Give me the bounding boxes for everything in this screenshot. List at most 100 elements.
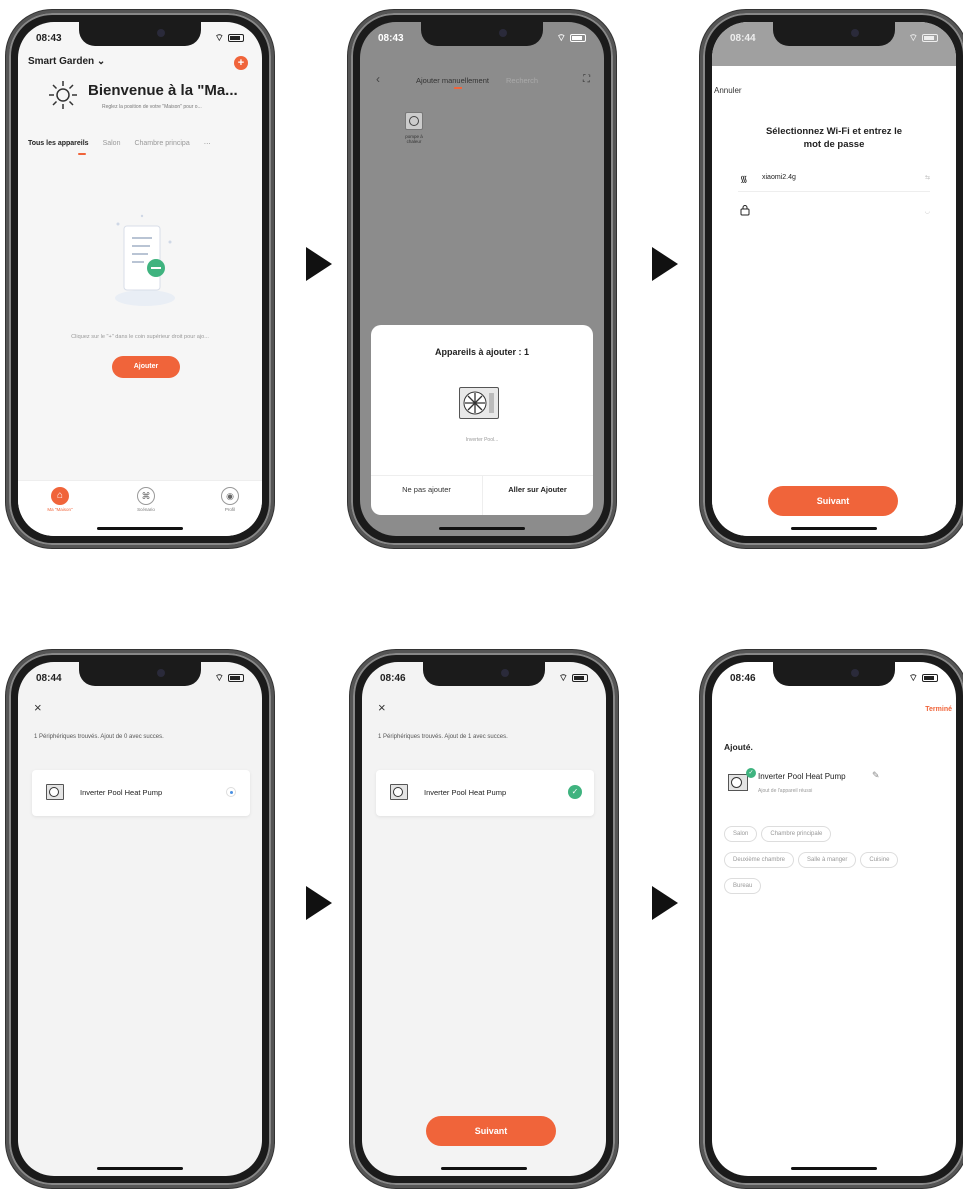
- wifi-ssid-value: xiaomi2.4g: [762, 174, 796, 181]
- screen-searching: 08:44 ⌔ × 1 Périphériques trouvés. Ajout…: [18, 662, 262, 1176]
- wifi-icon: ⌔: [908, 672, 918, 684]
- tab-add-manually[interactable]: Ajouter manuellement: [416, 76, 489, 85]
- add-button[interactable]: Ajouter: [112, 356, 180, 378]
- nav-scenario[interactable]: ⌘ Scénario: [124, 487, 168, 512]
- device-caption-2: chaleur: [406, 139, 422, 144]
- room-chip-salle-a-manger[interactable]: Salle à manger: [798, 852, 857, 868]
- wifi-icon: ⌔: [214, 672, 224, 684]
- nav-home[interactable]: ⌂ Ma "Maison": [38, 487, 82, 512]
- room-tabs: Tous les appareils Salon Chambre princip…: [28, 140, 252, 148]
- scan-icon[interactable]: ⛶: [583, 74, 590, 85]
- arrow-right-icon: [306, 247, 332, 281]
- wifi-icon: ᯾: [740, 174, 748, 184]
- battery-icon: [922, 34, 938, 42]
- close-icon[interactable]: ×: [34, 700, 42, 715]
- close-icon[interactable]: ×: [378, 700, 386, 715]
- status-bar: 08:43 ⌔: [378, 31, 586, 45]
- more-tabs-icon[interactable]: ⋯: [204, 140, 211, 148]
- phone-1: 08:43 ⌔ Smart Garden ⌄ + Bienvenue à la …: [6, 10, 274, 548]
- screen-add-manually: 08:43 ⌔ ‹ Ajouter manuellement Recherch …: [360, 22, 604, 536]
- battery-icon: [570, 34, 586, 42]
- device-category-item[interactable]: pompe à chaleur: [394, 112, 434, 144]
- battery-icon: [572, 674, 588, 682]
- edit-pencil-icon[interactable]: ✎: [872, 770, 880, 781]
- nav-profile-label: Profil: [224, 507, 236, 512]
- wifi-password-field[interactable]: ◡: [738, 204, 930, 226]
- next-button[interactable]: Suivant: [426, 1116, 556, 1146]
- wifi-panel: Annuler Sélectionnez Wi-Fi et entrez le …: [712, 66, 956, 536]
- go-add-button[interactable]: Aller sur Ajouter: [482, 485, 593, 494]
- success-check-icon: ✓: [746, 768, 756, 778]
- status-bar: 08:43 ⌔: [36, 31, 244, 45]
- success-check-icon: ✓: [568, 785, 582, 799]
- status-time: 08:46: [730, 672, 756, 684]
- wifi-icon: ⌔: [214, 32, 224, 44]
- screen-added: 08:46 ⌔ Terminé Ajouté. ✓ Inverter Pool …: [712, 662, 956, 1176]
- device-subtitle: Ajout de l'appareil réussi: [758, 788, 813, 794]
- heat-pump-icon: [728, 774, 748, 791]
- room-chip-salon[interactable]: Salon: [724, 826, 758, 842]
- status-bar: 08:46 ⌔: [380, 671, 588, 685]
- phone-6: 08:46 ⌔ Terminé Ajouté. ✓ Inverter Pool …: [700, 650, 963, 1188]
- tab-all-devices[interactable]: Tous les appareils: [28, 140, 89, 148]
- empty-state-hint: Cliquez sur le "+" dans le coin supérieu…: [71, 334, 209, 340]
- lock-icon: [740, 204, 750, 216]
- loading-spinner-icon: [226, 787, 236, 797]
- home-indicator: [439, 527, 525, 530]
- status-time: 08:43: [36, 32, 62, 44]
- show-password-icon[interactable]: ◡: [925, 208, 930, 215]
- status-bar: 08:44 ⌔: [36, 671, 244, 685]
- do-not-add-button[interactable]: Ne pas ajouter: [371, 485, 482, 494]
- home-indicator: [441, 1167, 527, 1170]
- sheet-vertical-divider: [482, 475, 483, 515]
- welcome-subtitle[interactable]: Reglez la position de votre "Maison" pou…: [102, 104, 202, 110]
- sun-icon: [48, 80, 78, 110]
- heat-pump-icon: [46, 784, 64, 800]
- wifi-icon: ⌔: [558, 672, 568, 684]
- status-time: 08:44: [730, 32, 756, 44]
- tab-salon[interactable]: Salon: [103, 140, 121, 148]
- chevron-down-icon: ⌄: [96, 56, 106, 67]
- device-name: Inverter Pool Heat Pump: [424, 788, 507, 797]
- switch-network-icon[interactable]: ⇆: [925, 174, 930, 181]
- found-status-text: 1 Périphériques trouvés. Ajout de 1 avec…: [378, 734, 508, 740]
- heat-pump-icon: [390, 784, 408, 800]
- inverter-device-icon: [459, 387, 499, 419]
- arrow-right-icon: [306, 886, 332, 920]
- wifi-ssid-field[interactable]: ᯾ xiaomi2.4g ⇆: [738, 170, 930, 192]
- device-row[interactable]: Inverter Pool Heat Pump ✓: [376, 770, 594, 816]
- nav-scenario-label: Scénario: [137, 507, 155, 512]
- device-row[interactable]: Inverter Pool Heat Pump: [32, 770, 250, 816]
- added-heading: Ajouté.: [724, 742, 753, 752]
- phone-5: 08:46 ⌔ × 1 Périphériques trouvés. Ajout…: [350, 650, 618, 1188]
- tab-chambre[interactable]: Chambre principa: [134, 140, 189, 148]
- sheet-device-name: Inverter Pool...: [465, 437, 499, 443]
- next-button[interactable]: Suivant: [768, 486, 898, 516]
- add-device-plus-icon[interactable]: +: [234, 56, 248, 70]
- status-time: 08:43: [378, 32, 404, 44]
- status-time: 08:46: [380, 672, 406, 684]
- home-indicator: [791, 527, 877, 530]
- room-chip-deuxieme-chambre[interactable]: Deuxième chambre: [724, 852, 795, 868]
- home-selector[interactable]: Smart Garden ⌄: [28, 56, 105, 67]
- arrow-right-icon: [652, 247, 678, 281]
- done-link[interactable]: Terminé: [925, 706, 952, 713]
- room-chip-chambre-principale[interactable]: Chambre principale: [761, 826, 832, 842]
- sheet-title: Appareils à ajouter : 1: [434, 347, 530, 357]
- active-tab-indicator: [78, 153, 86, 155]
- device-icon-wrap: ✓: [728, 768, 756, 792]
- wifi-heading-1: Sélectionnez Wi-Fi et entrez le: [765, 126, 903, 137]
- device-name: Inverter Pool Heat Pump: [758, 772, 846, 781]
- nav-profile[interactable]: ◉ Profil: [208, 487, 252, 512]
- cancel-link[interactable]: Annuler: [714, 86, 742, 95]
- back-icon[interactable]: ‹: [376, 72, 380, 86]
- screen-home: 08:43 ⌔ Smart Garden ⌄ + Bienvenue à la …: [18, 22, 262, 536]
- home-indicator: [97, 1167, 183, 1170]
- tab-search[interactable]: Recherch: [506, 76, 538, 85]
- room-chip-cuisine[interactable]: Cuisine: [860, 852, 899, 868]
- status-time: 08:44: [36, 672, 62, 684]
- scenario-icon: ⌘: [137, 487, 155, 505]
- home-icon: ⌂: [51, 487, 69, 505]
- room-chip-bureau[interactable]: Bureau: [724, 878, 762, 894]
- empty-state-illustration: [110, 212, 180, 312]
